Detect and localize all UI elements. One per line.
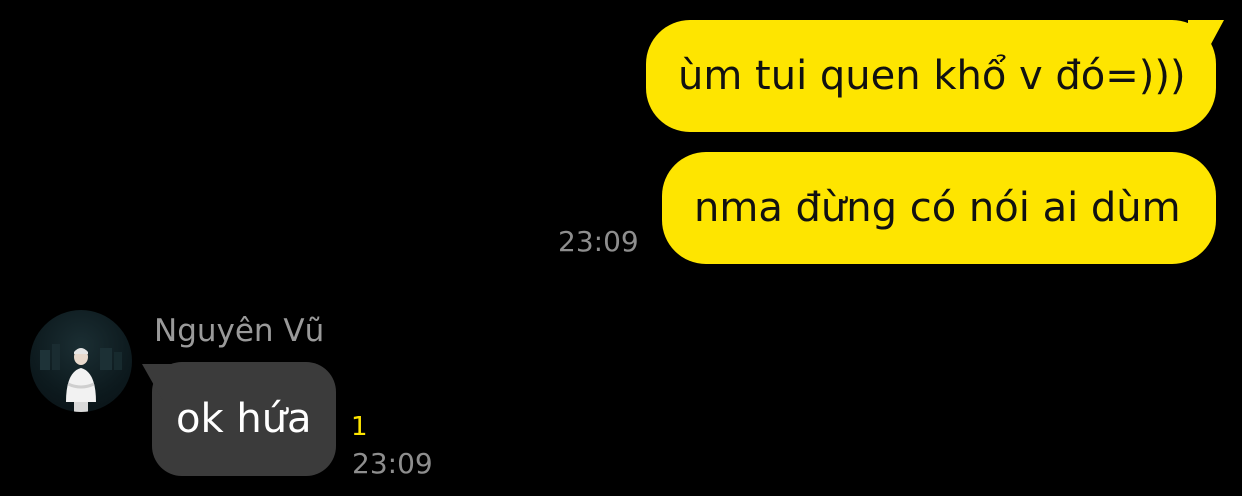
bubble-tail xyxy=(1188,20,1224,60)
message-timestamp: 23:09 xyxy=(352,447,433,480)
message-text: ok hứa xyxy=(176,396,312,442)
message-text: ùm tui quen khổ v đó=))) xyxy=(678,53,1186,99)
avatar[interactable] xyxy=(30,310,132,412)
chat-view: ùm tui quen khổ v đó=))) nma đừng có nói… xyxy=(0,0,1242,496)
message-text: nma đừng có nói ai dùm xyxy=(694,185,1181,231)
bubble-tail xyxy=(142,364,176,400)
profile-photo-icon xyxy=(40,344,122,412)
outgoing-message-bubble[interactable]: ùm tui quen khổ v đó=))) xyxy=(646,20,1224,132)
unread-count-badge: 1 xyxy=(351,412,368,442)
outgoing-message-bubble[interactable]: nma đừng có nói ai dùm xyxy=(662,152,1216,264)
incoming-message-bubble[interactable]: ok hứa xyxy=(142,362,336,476)
message-timestamp: 23:09 xyxy=(558,225,639,258)
sender-name: Nguyên Vũ xyxy=(154,313,325,349)
